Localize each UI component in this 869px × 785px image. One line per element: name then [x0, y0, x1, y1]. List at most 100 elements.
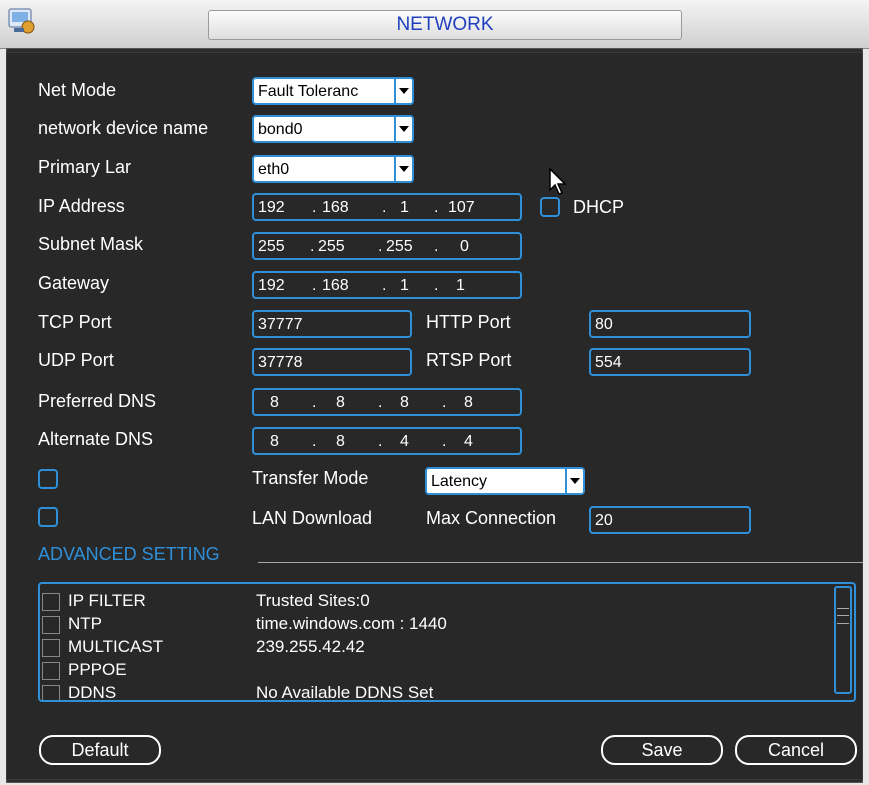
net-mode-select[interactable]: Fault Toleranc — [252, 77, 414, 105]
ip-dot: . — [310, 238, 315, 255]
ip-dot: . — [378, 394, 383, 411]
list-item-checkbox[interactable] — [42, 639, 60, 657]
list-item[interactable]: PPPOE — [40, 659, 830, 683]
tcp-port-label: TCP Port — [38, 312, 112, 332]
rtsp-port-label: RTSP Port — [426, 350, 512, 370]
chevron-down-icon[interactable] — [565, 469, 583, 493]
gateway-input[interactable]: 192 . 168 . 1 . 1 — [252, 271, 522, 299]
list-item-value: time.windows.com : 1440 — [256, 614, 447, 633]
udp-port-value: 37778 — [258, 354, 303, 371]
save-button[interactable]: Save — [601, 735, 723, 765]
scrollbar-thumb[interactable] — [837, 608, 849, 624]
lan-download-label: LAN Download — [252, 508, 373, 528]
ip-octet-3: 1 — [400, 199, 409, 216]
gw-octet-3: 1 — [400, 277, 409, 294]
list-item-name: DDNS — [68, 683, 117, 702]
pdns-octet-1: 8 — [270, 394, 279, 411]
subnet-mask-input[interactable]: 255 . 255 . 255 . 0 — [252, 232, 522, 260]
alternate-dns-label: Alternate DNS — [38, 429, 154, 449]
adns-octet-4: 4 — [464, 433, 473, 450]
ip-octet-4: 107 — [448, 199, 475, 216]
alternate-dns-input[interactable]: 8 . 8 . 4 . 4 — [252, 427, 522, 455]
list-item[interactable]: NTP time.windows.com : 1440 — [40, 613, 830, 637]
list-scrollbar[interactable] — [834, 586, 852, 694]
http-port-label: HTTP Port — [426, 312, 511, 332]
ip-dot: . — [382, 277, 387, 294]
ip-dot: . — [434, 238, 439, 255]
list-item[interactable]: IP FILTER Trusted Sites:0 — [40, 590, 830, 614]
ip-dot: . — [378, 238, 383, 255]
advanced-divider — [258, 562, 863, 563]
preferred-dns-label: Preferred DNS — [38, 391, 157, 411]
max-connection-input[interactable]: 20 — [589, 506, 751, 534]
device-name-value: bond0 — [258, 121, 303, 138]
window-title: NETWORK — [208, 10, 682, 40]
ip-dot: . — [312, 394, 317, 411]
network-settings-icon — [6, 6, 38, 36]
pdns-octet-4: 8 — [464, 394, 473, 411]
advanced-settings-list[interactable]: IP FILTER Trusted Sites:0 NTP time.windo… — [38, 582, 856, 702]
mask-octet-4: 0 — [460, 238, 469, 255]
chevron-down-icon[interactable] — [394, 79, 412, 103]
ip-dot: . — [382, 199, 387, 216]
ip-octet-1: 192 — [258, 199, 285, 216]
chevron-down-icon[interactable] — [394, 117, 412, 141]
list-item-value: 239.255.42.42 — [256, 637, 365, 656]
max-connection-value: 20 — [595, 512, 613, 529]
gateway-label: Gateway — [38, 273, 110, 293]
tcp-port-input[interactable]: 37777 — [252, 310, 412, 338]
device-name-label: network device name — [38, 118, 209, 138]
transfer-mode-checkbox[interactable] — [38, 469, 58, 489]
net-mode-label: Net Mode — [38, 80, 117, 100]
transfer-mode-value: Latency — [431, 473, 488, 490]
ip-dot: . — [442, 433, 447, 450]
pdns-octet-3: 8 — [400, 394, 409, 411]
http-port-input[interactable]: 80 — [589, 310, 751, 338]
list-item-checkbox[interactable] — [42, 616, 60, 634]
ip-dot: . — [312, 433, 317, 450]
list-item-name: IP FILTER — [68, 591, 146, 610]
ip-dot: . — [312, 277, 317, 294]
ip-octet-2: 168 — [322, 199, 349, 216]
cancel-button[interactable]: Cancel — [735, 735, 857, 765]
transfer-mode-select[interactable]: Latency — [425, 467, 585, 495]
primary-lan-label: Primary Lar — [38, 157, 132, 177]
list-item-value: Trusted Sites:0 — [256, 591, 370, 610]
tcp-port-value: 37777 — [258, 316, 303, 333]
preferred-dns-input[interactable]: 8 . 8 . 8 . 8 — [252, 388, 522, 416]
subnet-mask-label: Subnet Mask — [38, 234, 144, 254]
list-item-name: PPPOE — [68, 660, 127, 679]
mask-octet-1: 255 — [258, 238, 285, 255]
adns-octet-3: 4 — [400, 433, 409, 450]
list-item-name: MULTICAST — [68, 637, 164, 656]
transfer-mode-label: Transfer Mode — [252, 468, 369, 488]
udp-port-input[interactable]: 37778 — [252, 348, 412, 376]
list-item-checkbox[interactable] — [42, 685, 60, 700]
primary-lan-select[interactable]: eth0 — [252, 155, 414, 183]
ip-address-input[interactable]: 192 . 168 . 1 . 107 — [252, 193, 522, 221]
default-button[interactable]: Default — [39, 735, 161, 765]
device-name-select[interactable]: bond0 — [252, 115, 414, 143]
lan-download-checkbox[interactable] — [38, 507, 58, 527]
ip-address-label: IP Address — [38, 196, 125, 216]
http-port-value: 80 — [595, 316, 613, 333]
chevron-down-icon[interactable] — [394, 157, 412, 181]
list-item[interactable]: MULTICAST 239.255.42.42 — [40, 636, 830, 660]
gw-octet-1: 192 — [258, 277, 285, 294]
gw-octet-4: 1 — [456, 277, 465, 294]
dhcp-label: DHCP — [573, 197, 625, 217]
list-item-name: NTP — [68, 614, 102, 633]
list-item[interactable]: DDNS No Available DDNS Set — [40, 682, 830, 702]
ip-dot: . — [312, 199, 317, 216]
adns-octet-1: 8 — [270, 433, 279, 450]
mouse-cursor-icon — [549, 167, 567, 201]
list-item-value: No Available DDNS Set — [256, 683, 434, 702]
gw-octet-2: 168 — [322, 277, 349, 294]
adns-octet-2: 8 — [336, 433, 345, 450]
ip-dot: . — [434, 199, 439, 216]
list-item-checkbox[interactable] — [42, 593, 60, 611]
rtsp-port-input[interactable]: 554 — [589, 348, 751, 376]
advanced-setting-title: ADVANCED SETTING — [38, 544, 220, 564]
mask-octet-3: 255 — [386, 238, 413, 255]
list-item-checkbox[interactable] — [42, 662, 60, 680]
